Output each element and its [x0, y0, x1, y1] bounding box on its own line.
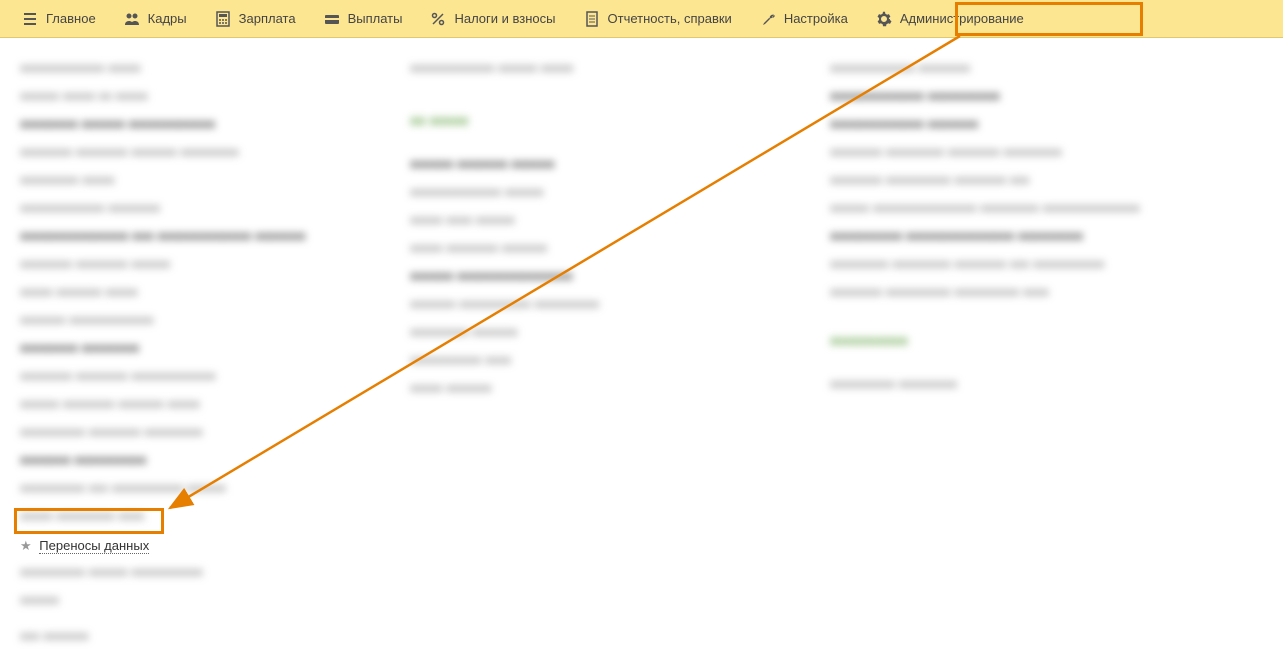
- main-toolbar: Главное Кадры Зарплата Выплаты Налоги и …: [0, 0, 1283, 38]
- toolbar-reports[interactable]: Отчетность, справки: [570, 5, 746, 33]
- blur-text: xxxxxxxx xxxxxxxx: [20, 338, 330, 358]
- toolbar-taxes-label: Налоги и взносы: [454, 11, 555, 26]
- blur-text: xxx xxxxxxx: [20, 626, 330, 646]
- blur-text: xxxxxx xxxxxxx xxxxxx: [410, 154, 710, 174]
- blur-text: xxxxxxxxxx xxxxxx xxxxxxxxxxx: [20, 562, 330, 582]
- blur-text: xxxxxx xxxxx xx xxxxx: [20, 86, 330, 106]
- toolbar-taxes[interactable]: Налоги и взносы: [416, 5, 569, 33]
- toolbar-hr-label: Кадры: [148, 11, 187, 26]
- blur-text: xxxxxxxxxxx xxxx: [410, 350, 710, 370]
- toolbar-main[interactable]: Главное: [8, 5, 110, 33]
- blur-text: xxxxxx xxxxxxxxxxxxxxxx: [410, 266, 710, 286]
- blur-text: xxxxxxxxxxxxx xxxxxx xxxxx: [410, 58, 710, 78]
- blur-text: xxxxxxxxxxxxx xxxxxxx: [830, 114, 1260, 134]
- blur-text: xxxxxxxx xxxxxxxx xxxxxx: [20, 254, 330, 274]
- toolbar-settings[interactable]: Настройка: [746, 5, 862, 33]
- blur-text: xxxxxxxxxx xxxxxxxxx: [830, 374, 1260, 394]
- blur-text: xxxxxxxx xxxxxxxxx xxxxxxxx xxxxxxxxx: [830, 142, 1260, 162]
- blur-text: xxxxxxxxxxxxx xxxxxxxx: [830, 58, 1260, 78]
- blur-text: xxxxxxx xxxxxxxxxxxxx: [20, 310, 330, 330]
- blur-text: xxxxxx xxxxxxxx xxxxxxx xxxxx: [20, 394, 330, 414]
- menu-icon: [22, 11, 38, 27]
- toolbar-settings-label: Настройка: [784, 11, 848, 26]
- column-2: xxxxxxxxxxxxx xxxxxx xxxxx xx xxxxx xxxx…: [410, 58, 710, 646]
- blur-section-header: xxxxxxxxxx: [830, 330, 1260, 350]
- star-icon: ★: [20, 538, 32, 553]
- blur-text: xxxxxxxx xxxxxxxxxx xxxxxxxxxx xxxx: [830, 282, 1260, 302]
- blur-text: xxxxx xxxx xxxxxx: [410, 210, 710, 230]
- blur-text: xxxxxxx xxxxxxxxxxx xxxxxxxxxx: [410, 294, 710, 314]
- blur-text: xxxxxxxx xxxxxx xxxxxxxxxxxx: [20, 114, 330, 134]
- toolbar-payroll-label: Зарплата: [239, 11, 296, 26]
- blur-text: xxxxxxxxxx xxxxxxxx xxxxxxxxx: [20, 422, 330, 442]
- blur-text: xxxxx xxxxxxx xxxxx: [20, 282, 330, 302]
- toolbar-reports-label: Отчетность, справки: [608, 11, 732, 26]
- gear-icon: [876, 11, 892, 27]
- document-icon: [584, 11, 600, 27]
- blur-text: xxxxxxxx xxxxxxxx xxxxxxx xxxxxxxxx: [20, 142, 330, 162]
- toolbar-payments[interactable]: Выплаты: [310, 5, 417, 33]
- blur-text: xxxxxxx xxxxxxxxxx: [20, 450, 330, 470]
- blur-text: xxxxxxxxx xxxxxxxxx xxxxxxxx xxx xxxxxxx…: [830, 254, 1260, 274]
- toolbar-admin[interactable]: Администрирование: [862, 5, 1038, 33]
- data-transfer-link[interactable]: Переносы данных: [39, 538, 149, 554]
- blur-text: xxxxxxxxxx xxxxxxxxxxxxxxx xxxxxxxxx: [830, 226, 1260, 246]
- blur-text: xxxxxxxx xxxxxxxxxx xxxxxxxx xxx: [830, 170, 1260, 190]
- blur-text: xxxxxx: [20, 590, 330, 610]
- percent-icon: [430, 11, 446, 27]
- blur-text: xxxxxxxx xxxxxxxx xxxxxxxxxxxxx: [20, 366, 330, 386]
- blur-text: xxxxxxxxxxxxx xxxxxxxxxx: [830, 86, 1260, 106]
- people-icon: [124, 11, 140, 27]
- toolbar-admin-label: Администрирование: [900, 11, 1024, 26]
- wallet-icon: [324, 11, 340, 27]
- blur-text: xxxxxxxxx xxxxxxx: [410, 322, 710, 342]
- blur-text: xxxxxxxxx xxxxx: [20, 170, 330, 190]
- toolbar-payments-label: Выплаты: [348, 11, 403, 26]
- column-1: xxxxxxxxxxxxx xxxxx xxxxxx xxxxx xx xxxx…: [20, 58, 330, 646]
- blur-text: xxxxx xxxxxxx: [410, 378, 710, 398]
- blur-text: xxxxxxxxxxxxxx xxxxxx: [410, 182, 710, 202]
- data-transfer-row: ★ Переносы данных: [20, 534, 330, 554]
- blur-text: xxxxxxxxxxxxx xxxxxxxx: [20, 198, 330, 218]
- toolbar-hr[interactable]: Кадры: [110, 5, 201, 33]
- blur-text: xxxxxxxxxx xxx xxxxxxxxxxx xxxxxx: [20, 478, 330, 498]
- blur-text: xxxxxxxxxxxxxxx xxx xxxxxxxxxxxxx xxxxxx…: [20, 226, 330, 246]
- content-panel: xxxxxxxxxxxxx xxxxx xxxxxx xxxxx xx xxxx…: [0, 38, 1283, 666]
- toolbar-main-label: Главное: [46, 11, 96, 26]
- column-3: xxxxxxxxxxxxx xxxxxxxx xxxxxxxxxxxxx xxx…: [830, 58, 1260, 646]
- calculator-icon: [215, 11, 231, 27]
- blur-section-header: xx xxxxx: [410, 110, 710, 130]
- wrench-icon: [760, 11, 776, 27]
- blur-text: xxxxx xxxxxxxx xxxxxxx: [410, 238, 710, 258]
- blur-text: xxxxx xxxxxxxxx xxxx: [20, 506, 330, 526]
- blur-text: xxxxxxxxxxxxx xxxxx: [20, 58, 330, 78]
- blur-text: xxxxxx xxxxxxxxxxxxxxxx xxxxxxxxx xxxxxx…: [830, 198, 1260, 218]
- toolbar-payroll[interactable]: Зарплата: [201, 5, 310, 33]
